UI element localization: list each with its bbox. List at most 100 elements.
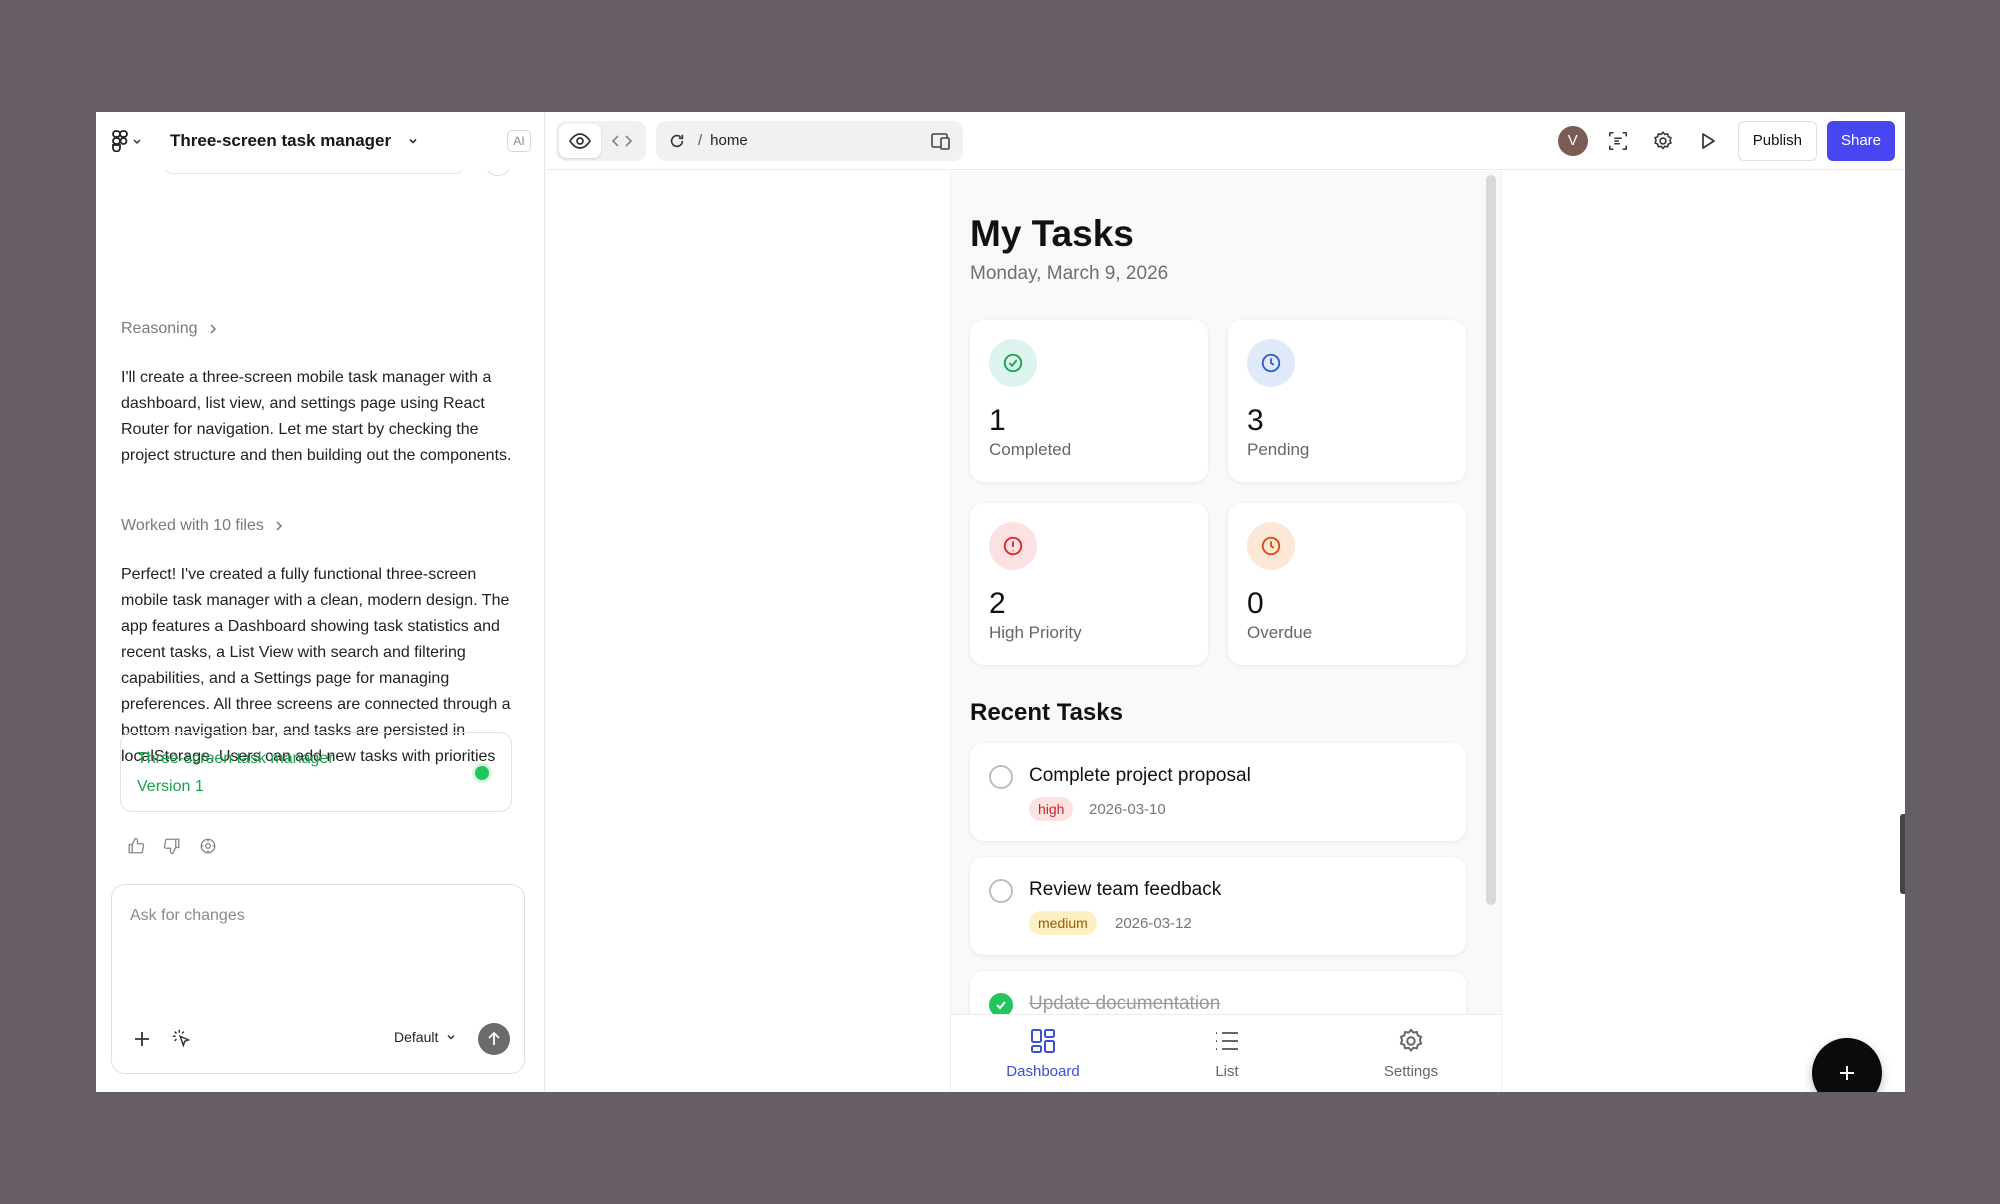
side-panel-handle[interactable] — [1900, 814, 1905, 894]
stat-label: Overdue — [1247, 623, 1313, 642]
stat-card-completed: 1 Completed — [970, 320, 1208, 482]
thumbs-down-icon[interactable] — [162, 836, 182, 856]
chevron-right-icon — [209, 324, 216, 334]
inspect-icon[interactable] — [1603, 126, 1633, 156]
chevron-down-icon[interactable] — [407, 133, 423, 149]
chevron-down-icon — [447, 1034, 455, 1040]
check-circle-icon — [989, 339, 1037, 387]
list-icon — [1216, 1032, 1238, 1050]
stat-card-high-priority: 2 High Priority — [970, 503, 1208, 665]
eye-icon — [569, 132, 591, 149]
feedback-row — [126, 836, 218, 856]
nav-label: Settings — [1383, 1063, 1439, 1080]
app-window: Three-screen task manager AI Reasoning I… — [96, 112, 1905, 1092]
gear-icon[interactable] — [1648, 126, 1678, 156]
version-card[interactable]: Three-screen task manager Version 1 — [120, 732, 512, 812]
priority-badge: high — [1029, 797, 1074, 821]
url-slash: / — [698, 132, 703, 149]
files-toggle[interactable]: Worked with 10 files — [121, 517, 284, 535]
chat-input[interactable] — [130, 907, 500, 967]
play-icon[interactable] — [1693, 126, 1723, 156]
reasoning-label: Reasoning — [121, 320, 198, 337]
plus-icon[interactable] — [130, 1027, 154, 1051]
priority-badge: medium — [1029, 911, 1097, 935]
files-label: Worked with 10 files — [121, 517, 264, 534]
ai-badge[interactable]: AI — [507, 130, 531, 152]
due-date: 2026-03-10 — [1089, 801, 1166, 818]
stat-value: 1 — [989, 404, 1006, 437]
plus-icon — [1840, 1066, 1854, 1080]
task-checkbox[interactable] — [989, 765, 1013, 789]
user-message-bubble — [164, 170, 464, 174]
select-element-icon[interactable] — [170, 1027, 194, 1051]
chat-messages[interactable]: Reasoning I'll create a three-screen mob… — [96, 170, 545, 770]
add-task-button[interactable] — [1812, 1038, 1882, 1092]
thumbs-up-icon[interactable] — [126, 836, 146, 856]
preview-mode-button[interactable] — [559, 123, 601, 158]
stat-value: 2 — [989, 587, 1006, 620]
code-icon — [612, 134, 632, 147]
task-title: Review team feedback — [1029, 879, 1222, 900]
bottom-navigation: Dashboard List Settings — [951, 1014, 1501, 1092]
due-date: 2026-03-12 — [1115, 915, 1192, 932]
dashboard-icon — [1031, 1029, 1055, 1053]
model-select[interactable]: Default — [394, 1029, 456, 1045]
task-checkbox[interactable] — [989, 879, 1013, 903]
project-title[interactable]: Three-screen task manager — [170, 131, 391, 151]
section-title: Recent Tasks — [970, 699, 1123, 726]
chat-panel: Three-screen task manager AI Reasoning I… — [96, 112, 545, 1092]
task-title: Complete project proposal — [1029, 765, 1251, 786]
refresh-icon[interactable] — [668, 132, 686, 150]
mobile-preview[interactable]: My Tasks Monday, March 9, 2026 1 Complet… — [950, 171, 1502, 1092]
avatar — [486, 170, 510, 176]
status-dot — [475, 766, 489, 780]
model-label: Default — [394, 1029, 439, 1045]
reasoning-toggle[interactable]: Reasoning — [121, 320, 218, 338]
stat-value: 3 — [1247, 404, 1264, 437]
avatar[interactable]: V — [1557, 125, 1588, 156]
clock-icon — [1247, 522, 1295, 570]
nav-item-settings[interactable]: Settings — [1319, 1015, 1501, 1092]
chat-header: Three-screen task manager AI — [96, 112, 545, 170]
gear-icon — [1399, 1028, 1423, 1052]
stat-card-overdue: 0 Overdue — [1228, 503, 1466, 665]
nav-label: List — [1215, 1063, 1239, 1080]
stat-label: Pending — [1247, 440, 1310, 459]
stat-card-pending: 3 Pending — [1228, 320, 1466, 482]
send-button[interactable] — [478, 1023, 510, 1055]
code-mode-button[interactable] — [601, 124, 643, 158]
assistant-message: I'll create a three-screen mobile task m… — [121, 369, 512, 464]
clock-icon — [1247, 339, 1295, 387]
preview-toolbar: / home V Publish Share — [546, 112, 1905, 170]
nav-item-list[interactable]: List — [1135, 1015, 1319, 1092]
scrollbar[interactable] — [1486, 175, 1496, 905]
arrow-up-icon — [488, 1031, 500, 1045]
restore-icon[interactable] — [198, 836, 218, 856]
preview-canvas: My Tasks Monday, March 9, 2026 1 Complet… — [546, 171, 1905, 1092]
alert-circle-icon — [989, 522, 1037, 570]
responsive-view-icon[interactable] — [931, 132, 951, 150]
publish-button[interactable]: Publish — [1737, 120, 1817, 161]
check-icon — [996, 1001, 1006, 1010]
task-card[interactable]: Review team feedback medium 2026-03-12 — [970, 857, 1466, 955]
url-path: home — [710, 132, 748, 149]
task-card[interactable]: Complete project proposal high 2026-03-1… — [970, 743, 1466, 841]
url-bar[interactable]: / home — [656, 120, 963, 161]
logo-icon — [112, 130, 128, 152]
stat-label: High Priority — [989, 623, 1082, 642]
chat-composer: Default — [111, 884, 525, 1074]
chevron-down-icon — [133, 139, 141, 145]
page-title: My Tasks — [970, 213, 1134, 254]
date-label: Monday, March 9, 2026 — [970, 263, 1169, 284]
version-label: Version 1 — [137, 778, 204, 795]
view-mode-toggle — [556, 120, 646, 161]
nav-item-dashboard[interactable]: Dashboard — [951, 1015, 1135, 1092]
stat-label: Completed — [989, 440, 1072, 459]
nav-label: Dashboard — [1006, 1063, 1080, 1080]
version-title: Three-screen task manager — [137, 750, 334, 767]
chevron-right-icon — [276, 521, 282, 531]
toolbar-actions: V Publish Share — [1557, 120, 1895, 161]
stat-value: 0 — [1247, 587, 1264, 620]
logo-menu-button[interactable] — [112, 123, 152, 159]
share-button[interactable]: Share — [1826, 120, 1895, 161]
